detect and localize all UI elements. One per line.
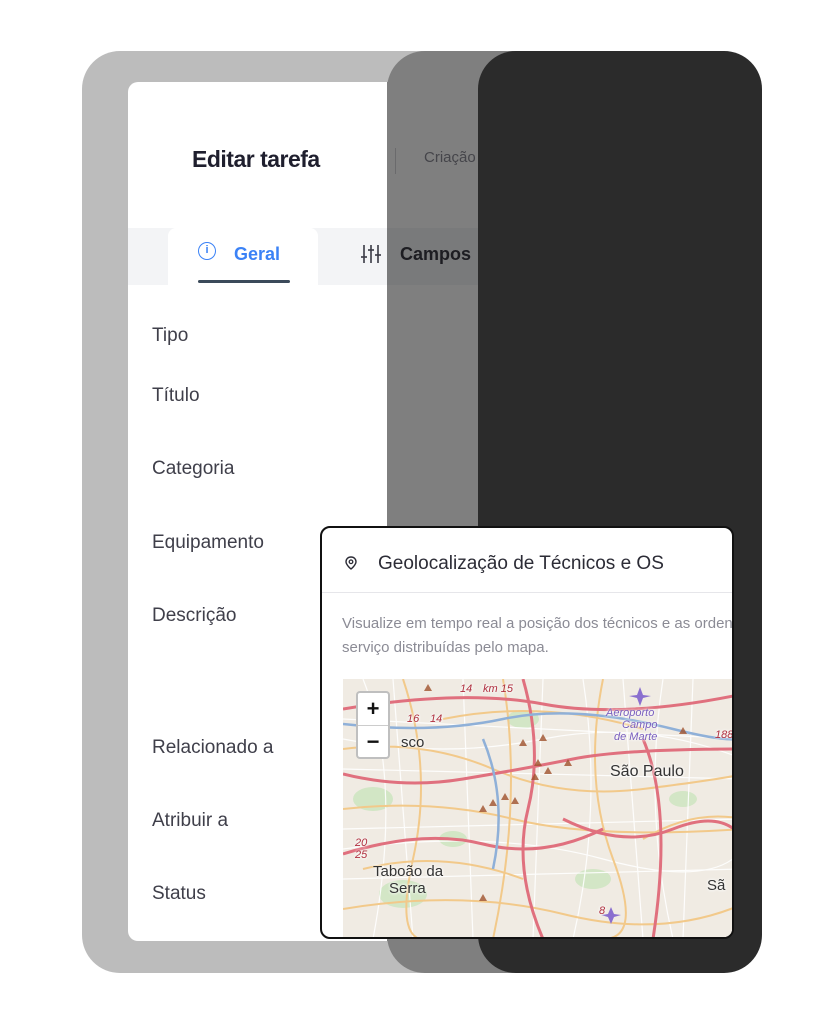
label-descricao: Descrição [152,605,237,626]
map-label-city: São Paulo [610,763,684,780]
label-atribuir: Atribuir a [152,810,229,831]
map-label-road: 16 [407,713,420,725]
panel-header: Geolocalização de Técnicos e OS [322,528,732,593]
map-label-road: 20 [355,837,368,849]
map-label-road: 188 [715,729,734,741]
map-view[interactable]: 14 km 15 14 16 Aeroporto Campo de Marte … [343,679,734,937]
tab-geral[interactable]: i Geral [168,228,318,285]
label-titulo: Título [152,385,200,406]
map-label-city: sco [401,734,425,751]
map-label-road: 8 [599,905,606,917]
map-label-city-line: Taboão da [373,863,444,880]
map-label-city: Sã [707,877,726,894]
map-label-road: 14 [430,713,443,725]
page-title: Editar tarefa [192,146,320,172]
map-label-road: 14 [460,683,473,695]
title-divider [395,148,396,174]
label-tipo: Tipo [152,325,189,346]
panel-title: Geolocalização de Técnicos e OS [378,553,664,574]
label-categoria: Categoria [152,458,235,479]
panel-description: Visualize em tempo real a posição dos té… [342,615,734,656]
map-label-road: 25 [355,849,368,861]
map-label-airport-line: Campo [622,719,658,731]
map-label-city: Taboão da Serra [373,863,443,897]
map-label-airport-line: Aeroporto [606,707,655,719]
map-label-airport-line: de Marte [614,731,658,743]
page-subtitle: Criação [424,149,476,166]
label-status: Status [152,883,206,904]
map-label-city-line: Serra [389,880,426,897]
map-label-km: km 15 [483,683,513,695]
zoom-out-button[interactable]: − [358,726,388,758]
zoom-control: + − [356,691,390,759]
active-tab-indicator [198,280,290,283]
map-label-airport: Aeroporto Campo de Marte [606,707,657,743]
tab-campos-label: Campos [400,244,472,264]
map-pin-icon [345,556,357,570]
label-equipamento: Equipamento [152,532,264,553]
tab-bar: i Geral Campos [128,228,478,285]
geolocation-panel: Geolocalização de Técnicos e OS Visualiz… [320,526,734,939]
zoom-in-button[interactable]: + [358,693,388,726]
label-relacionado: Relacionado a [152,737,274,758]
tab-geral-label: Geral [234,244,281,264]
sliders-icon [361,245,381,263]
info-icon: i [198,242,216,260]
map-tiles [343,679,732,937]
